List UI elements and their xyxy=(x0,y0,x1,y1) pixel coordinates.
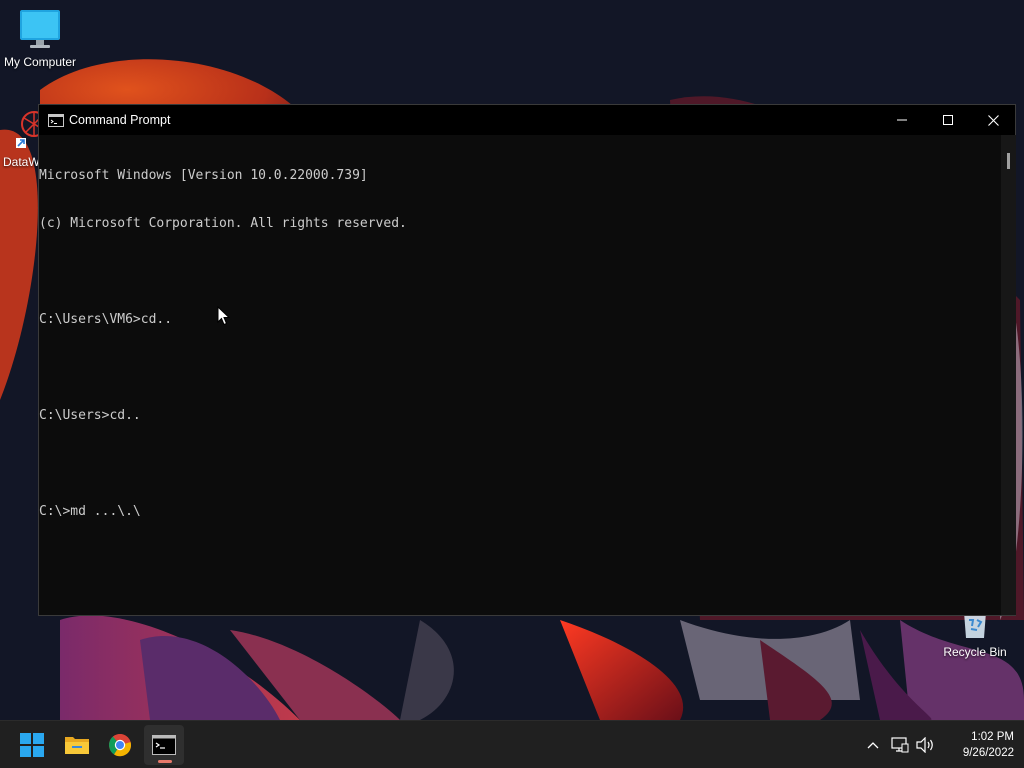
console-line: Microsoft Windows [Version 10.0.22000.73… xyxy=(39,168,368,183)
taskbar-file-explorer[interactable] xyxy=(57,725,97,765)
console-output[interactable]: Microsoft Windows [Version 10.0.22000.73… xyxy=(39,135,1001,615)
scrollbar-thumb[interactable] xyxy=(1007,153,1010,169)
volume-icon xyxy=(916,737,933,753)
windows-start-icon xyxy=(20,733,44,757)
desktop-icon-dataw[interactable]: DataW xyxy=(0,110,42,169)
minimize-icon xyxy=(897,119,907,121)
active-app-indicator xyxy=(158,760,172,763)
taskbar-clock[interactable]: 1:02 PM 9/26/2022 xyxy=(940,729,1014,761)
minimize-button[interactable] xyxy=(879,105,925,135)
recycle-bin-icon xyxy=(964,612,986,638)
desktop-icon-recycle-bin[interactable]: Recycle Bin xyxy=(935,612,1015,659)
network-button[interactable] xyxy=(890,735,910,755)
chrome-icon xyxy=(109,734,132,757)
folder-icon xyxy=(65,737,89,754)
desktop-icon-my-computer[interactable]: My Computer xyxy=(0,8,80,69)
chevron-up-icon xyxy=(867,742,879,749)
console-prompt-line[interactable]: C:\>md ...\.\ xyxy=(39,504,1001,520)
start-button[interactable] xyxy=(12,725,52,765)
volume-button[interactable] xyxy=(916,735,936,755)
network-icon xyxy=(891,737,909,753)
clock-time: 1:02 PM xyxy=(971,731,1014,743)
command-prompt-window[interactable]: Command Prompt Microsoft Windows [Versio… xyxy=(38,104,1016,616)
console-line: (c) Microsoft Corporation. All rights re… xyxy=(39,216,407,231)
mouse-pointer-icon xyxy=(217,306,231,326)
cmd-icon xyxy=(152,735,176,755)
clock-date: 9/26/2022 xyxy=(962,747,1014,759)
monitor-icon xyxy=(20,10,60,48)
show-hidden-icons-button[interactable] xyxy=(863,735,883,755)
cmd-icon xyxy=(48,113,64,127)
console-line: C:\Users>cd.. xyxy=(39,408,141,423)
console-line: C:\Users\VM6>cd.. xyxy=(39,312,173,327)
taskbar: 1:02 PM 9/26/2022 xyxy=(0,720,1024,768)
maximize-icon xyxy=(943,115,953,125)
close-button[interactable] xyxy=(970,105,1016,135)
close-icon xyxy=(987,114,999,126)
taskbar-chrome[interactable] xyxy=(100,725,140,765)
taskbar-command-prompt[interactable] xyxy=(144,725,184,765)
maximize-button[interactable] xyxy=(925,105,971,135)
desktop-icon-label: Recycle Bin xyxy=(943,645,1007,659)
window-title: Command Prompt xyxy=(69,113,171,127)
window-titlebar[interactable]: Command Prompt xyxy=(39,105,1015,135)
desktop-icon-label: DataW xyxy=(3,155,40,169)
console-scrollbar[interactable] xyxy=(1001,135,1016,615)
desktop-icon-label: My Computer xyxy=(3,55,77,69)
